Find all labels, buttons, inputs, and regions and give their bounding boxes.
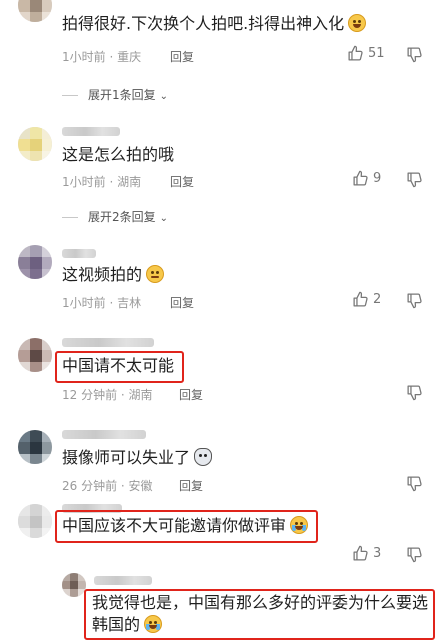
like-count: 51: [368, 46, 385, 61]
username-blurred: [62, 249, 96, 258]
thumbs-up-icon: [353, 170, 368, 186]
reply-button[interactable]: 回复: [179, 386, 203, 403]
like-button[interactable]: 51: [347, 45, 385, 62]
username-blurred: [62, 338, 154, 347]
username-blurred: [94, 576, 152, 585]
comment-text: 中国应该不大可能邀请你做评审: [62, 515, 309, 537]
like-button[interactable]: 2: [352, 291, 381, 308]
divider: [62, 217, 78, 218]
divider: [62, 95, 78, 96]
thumbs-down-icon[interactable]: [406, 384, 423, 401]
chevron-down-icon: ⌄: [159, 91, 169, 102]
comment-text: 这视频拍的: [62, 264, 165, 286]
thumbs-up-icon: [353, 545, 368, 561]
comment-text: 拍得很好.下次换个人拍吧.抖得出神入化: [62, 13, 367, 35]
like-count: 9: [373, 171, 382, 186]
comment-text: 摄像师可以失业了: [62, 447, 213, 469]
avatar[interactable]: [62, 573, 86, 597]
comment-meta: 1小时前 · 重庆: [62, 50, 142, 64]
smirk-emoji-icon: [146, 265, 165, 283]
avatar[interactable]: [18, 0, 52, 22]
expand-replies-button[interactable]: 展开2条回复 ⌄: [62, 208, 168, 225]
thumbs-down-icon[interactable]: [406, 475, 423, 492]
like-button[interactable]: 3: [352, 545, 381, 562]
rofl-emoji-icon: [144, 615, 163, 633]
thumbs-down-icon[interactable]: [406, 46, 423, 63]
comment-text: 中国请不太可能: [62, 356, 175, 375]
comment-meta: 12 分钟前 · 湖南: [62, 388, 153, 402]
comment-meta: 1小时前 · 湖南: [62, 175, 142, 189]
avatar[interactable]: [18, 245, 52, 279]
thumbs-down-icon[interactable]: [406, 546, 423, 563]
avatar[interactable]: [18, 430, 52, 464]
rofl-emoji-icon: [290, 516, 309, 534]
comment-meta: 1小时前 · 吉林: [62, 296, 142, 310]
husky-emoji-icon: [194, 448, 213, 466]
reply-button[interactable]: 回复: [179, 477, 203, 494]
comment-text: 我觉得也是，中国有那么多好的评委为什么要选韩国的: [92, 593, 429, 634]
thumbs-down-icon[interactable]: [406, 171, 423, 188]
grin-sweat-emoji-icon: [348, 14, 367, 32]
like-button[interactable]: 9: [352, 170, 381, 187]
thumbs-up-icon: [353, 291, 368, 307]
avatar[interactable]: [18, 127, 52, 161]
username-blurred: [62, 430, 146, 439]
reply-button[interactable]: 回复: [170, 294, 194, 311]
username-blurred: [62, 127, 120, 136]
reply-button[interactable]: 回复: [170, 173, 194, 190]
reply-button[interactable]: 回复: [170, 48, 194, 65]
like-count: 3: [373, 546, 382, 561]
thumbs-up-icon: [348, 45, 363, 61]
chevron-down-icon: ⌄: [159, 213, 169, 224]
comment-text: 这是怎么拍的哦: [62, 145, 175, 164]
comment-meta: 26 分钟前 · 安徽: [62, 479, 153, 493]
avatar[interactable]: [18, 338, 52, 372]
like-count: 2: [373, 292, 382, 307]
avatar[interactable]: [18, 504, 52, 538]
expand-replies-button[interactable]: 展开1条回复 ⌄: [62, 86, 168, 103]
thumbs-down-icon[interactable]: [406, 292, 423, 309]
